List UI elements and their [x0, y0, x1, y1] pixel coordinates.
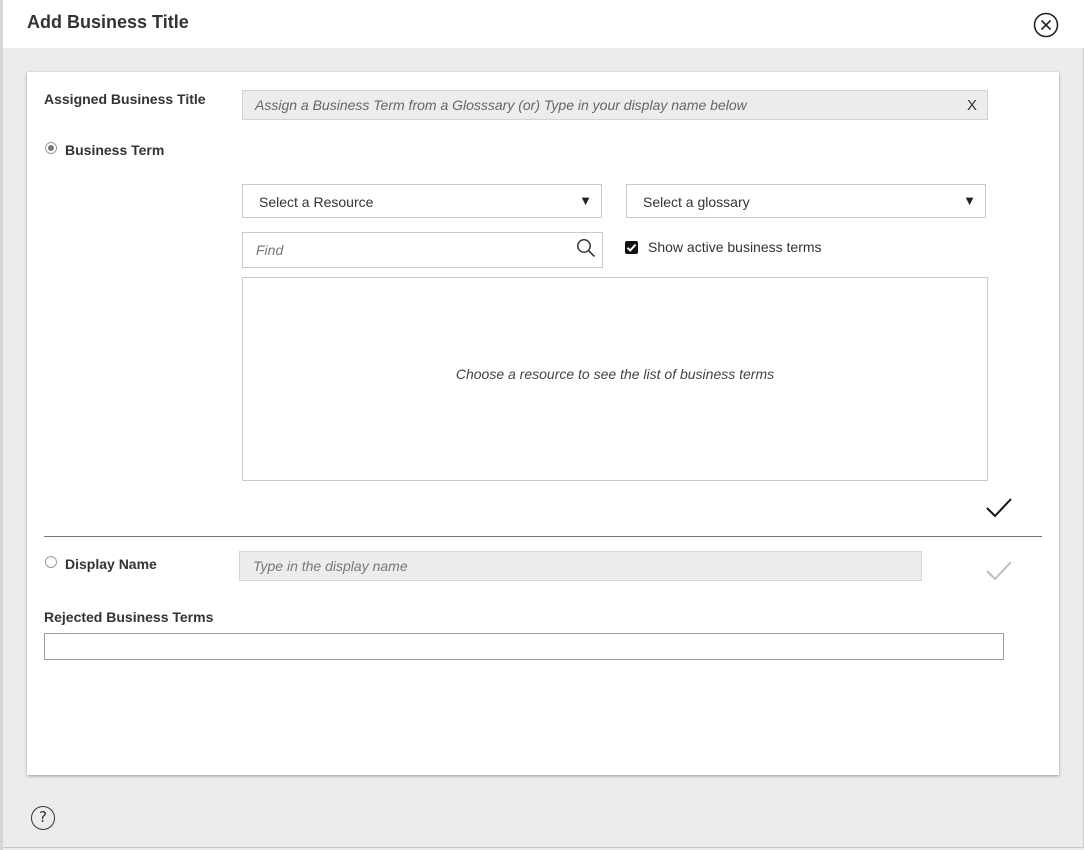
glossary-select-value: Select a glossary: [643, 194, 750, 210]
find-input[interactable]: [243, 233, 576, 267]
glossary-select[interactable]: Select a glossary ▼: [626, 184, 986, 218]
chevron-down-icon: ▼: [963, 193, 976, 208]
display-name-field: [239, 551, 922, 581]
close-button[interactable]: [1033, 12, 1059, 38]
business-terms-list[interactable]: Choose a resource to see the list of bus…: [242, 277, 988, 481]
help-button[interactable]: ?: [31, 806, 55, 830]
show-active-label: Show active business terms: [648, 239, 822, 255]
dialog-title: Add Business Title: [27, 12, 189, 32]
business-term-radio[interactable]: [45, 142, 57, 154]
show-active-checkbox[interactable]: [625, 241, 638, 254]
help-circle-icon: ?: [39, 808, 47, 826]
content-panel: Assigned Business Title Assign a Busines…: [27, 72, 1059, 775]
confirm-business-term-check-icon[interactable]: [985, 496, 1013, 520]
chevron-down-icon: ▼: [579, 193, 592, 208]
display-name-label: Display Name: [65, 556, 157, 572]
checkbox-check-icon: [626, 243, 637, 252]
business-terms-empty-message: Choose a resource to see the list of bus…: [455, 366, 775, 382]
rejected-business-terms-label: Rejected Business Terms: [44, 609, 214, 625]
display-name-radio[interactable]: [45, 556, 57, 568]
find-field: [242, 232, 603, 268]
clear-assigned-button[interactable]: X: [967, 97, 977, 114]
business-term-label: Business Term: [65, 142, 165, 158]
assigned-business-title-label: Assigned Business Title: [44, 91, 206, 107]
display-name-input[interactable]: [240, 552, 921, 580]
resource-select-value: Select a Resource: [259, 194, 374, 210]
close-circle-icon: [1033, 12, 1059, 38]
assigned-business-title-field: Assign a Business Term from a Glosssary …: [242, 90, 988, 120]
rejected-business-terms-field[interactable]: [44, 633, 1004, 660]
section-divider: [44, 536, 1042, 537]
add-business-title-dialog: Add Business Title Assigned Business Tit…: [3, 0, 1084, 848]
dialog-header: Add Business Title: [3, 0, 1084, 48]
assigned-business-title-placeholder: Assign a Business Term from a Glosssary …: [255, 97, 747, 113]
resource-select[interactable]: Select a Resource ▼: [242, 184, 602, 218]
search-icon[interactable]: [576, 238, 596, 258]
confirm-display-name-check-icon[interactable]: [985, 559, 1013, 583]
